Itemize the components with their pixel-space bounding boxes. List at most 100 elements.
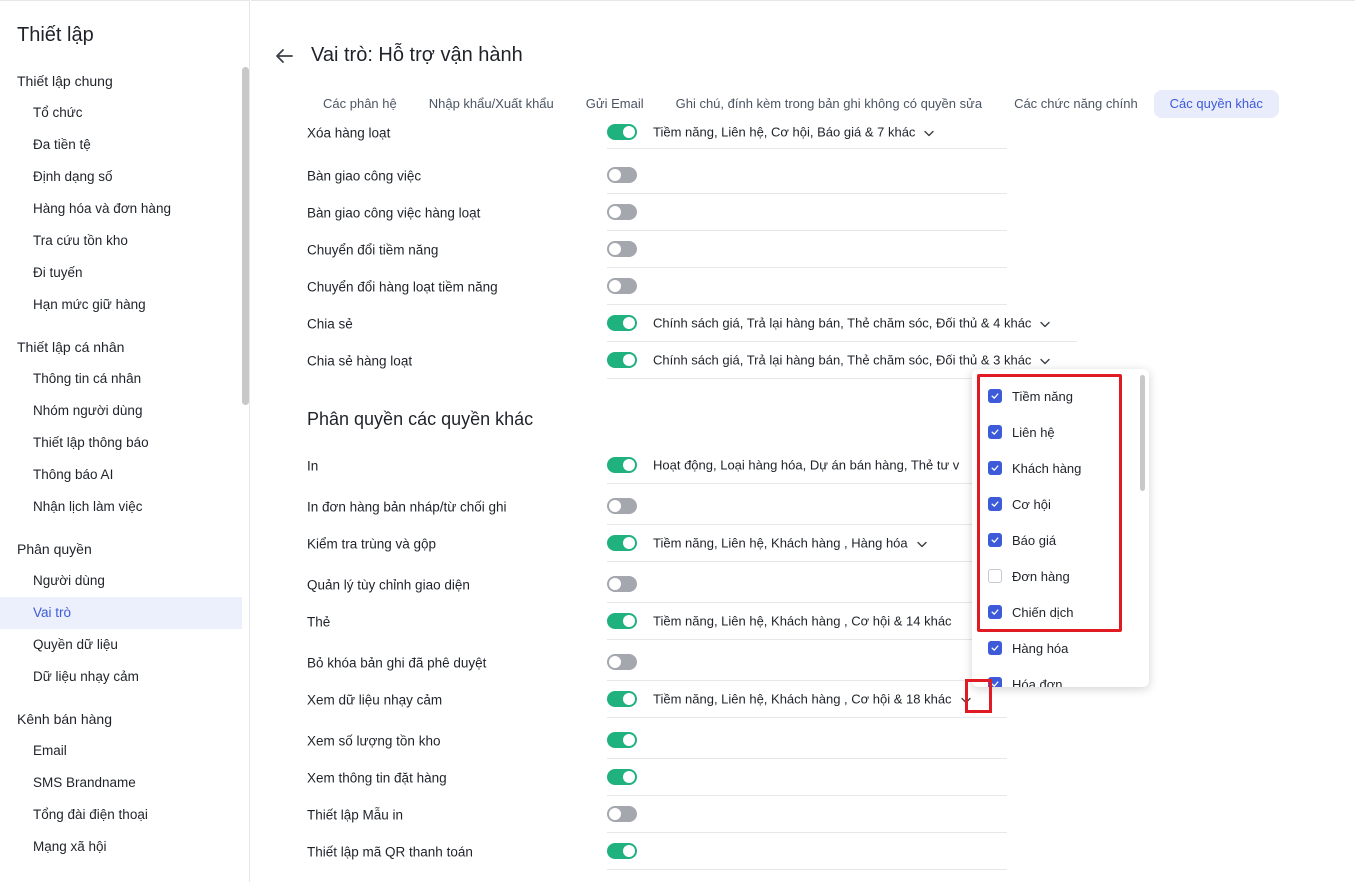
permission-label: Thiết lập Mẫu in — [307, 807, 404, 822]
permission-toggle[interactable] — [607, 613, 637, 629]
permission-toggle[interactable] — [607, 315, 637, 331]
chevron-down-icon[interactable] — [923, 127, 935, 139]
sidebar-item-tong-dai-dien-thoai[interactable]: Tổng đài điện thoại — [0, 799, 242, 831]
permission-row-xem-so-luong-ton-kho: Xem số lượng tồn kho — [307, 722, 1007, 759]
tab-ghi-chu-dinh-kem-trong-ban-ghi-khong-co-quyen-sua[interactable]: Ghi chú, đính kèm trong bản ghi không có… — [660, 90, 998, 118]
permission-toggle[interactable] — [607, 457, 637, 473]
checkbox-checked-icon[interactable] — [988, 389, 1002, 403]
dropdown-option-label: Chiến dịch — [1012, 604, 1074, 620]
permission-toggle[interactable] — [607, 352, 637, 368]
permission-toggle[interactable] — [607, 124, 637, 140]
checkbox-checked-icon[interactable] — [988, 677, 1002, 687]
tab-cac-phan-he[interactable]: Các phân hệ — [307, 90, 413, 118]
sidebar-item-du-lieu-nhay-cam[interactable]: Dữ liệu nhạy cảm — [0, 661, 242, 693]
permission-row-chuyen-doi-tiem-nang: Chuyển đổi tiềm năng — [307, 231, 1007, 268]
permission-toggle[interactable] — [607, 806, 637, 822]
tab-cac-quyen-khac[interactable]: Các quyền khác — [1153, 90, 1279, 118]
tab-gui-email[interactable]: Gửi Email — [570, 90, 660, 118]
sidebar-item-di-tuyen[interactable]: Đi tuyến — [0, 257, 242, 289]
sidebar-item-quyen-du-lieu[interactable]: Quyền dữ liệu — [0, 629, 242, 661]
dropdown-option-hoa-don[interactable]: Hóa đơn — [988, 674, 1062, 687]
permission-scope-value: Chính sách giá, Trả lại hàng bán, Thẻ ch… — [653, 315, 1032, 331]
permission-toggle[interactable] — [607, 769, 637, 785]
permission-scope-value: Chính sách giá, Trả lại hàng bán, Thẻ ch… — [653, 352, 1032, 368]
permission-toggle[interactable] — [607, 278, 637, 294]
permission-row-in-don-hang-ban-nhap-tu-choi-ghi: In đơn hàng bản nháp/từ chối ghi — [307, 488, 1007, 525]
sidebar-item-tra-cuu-ton-kho[interactable]: Tra cứu tồn kho — [0, 225, 242, 257]
dropdown-option-chien-dich[interactable]: Chiến dịch — [988, 602, 1073, 622]
permission-toggle[interactable] — [607, 498, 637, 514]
sidebar-item-han-muc-giu-hang[interactable]: Hạn mức giữ hàng — [0, 289, 242, 321]
permission-toggle[interactable] — [607, 843, 637, 859]
chevron-down-icon[interactable] — [960, 694, 972, 706]
tab-cac-chuc-nang-chinh[interactable]: Các chức năng chính — [998, 90, 1154, 118]
permission-toggle[interactable] — [607, 732, 637, 748]
dropdown-option-label: Hóa đơn — [1012, 676, 1063, 688]
tab-nhap-khau-xuat-khau[interactable]: Nhập khẩu/Xuất khẩu — [413, 90, 570, 118]
sidebar-item-thong-tin-ca-nhan[interactable]: Thông tin cá nhân — [0, 363, 242, 395]
permission-scope[interactable]: Tiềm năng, Liên hệ, Khách hàng , Cơ hội … — [653, 614, 952, 629]
permission-field — [607, 488, 1007, 525]
dropdown-option-co-hoi[interactable]: Cơ hội — [988, 494, 1051, 514]
page-title: Vai trò: Hỗ trợ vận hành — [311, 44, 523, 66]
checkbox-checked-icon[interactable] — [988, 533, 1002, 547]
dropdown-option-hang-hoa[interactable]: Hàng hóa — [988, 638, 1068, 658]
chevron-down-icon[interactable] — [916, 538, 928, 550]
checkbox-checked-icon[interactable] — [988, 461, 1002, 475]
sidebar-title: Thiết lập — [17, 24, 94, 46]
permission-toggle[interactable] — [607, 167, 637, 183]
sidebar-item-dinh-dang-so[interactable]: Định dạng số — [0, 161, 242, 193]
permission-scope[interactable]: Tiềm năng, Liên hệ, Cơ hội, Báo giá & 7 … — [653, 125, 935, 140]
dropdown-option-label: Liên hệ — [1012, 424, 1055, 440]
sidebar-scrollbar[interactable] — [242, 67, 249, 405]
dropdown-option-tiem-nang[interactable]: Tiềm năng — [988, 386, 1073, 406]
sidebar-item-nhan-lich-lam-viec[interactable]: Nhận lịch làm việc — [0, 491, 242, 523]
permission-scope[interactable]: Tiềm năng, Liên hệ, Khách hàng , Cơ hội … — [653, 692, 972, 707]
checkbox-unchecked-icon[interactable] — [988, 569, 1002, 583]
sidebar-group-kenh-ban-hang: Kênh bán hàng — [17, 711, 112, 727]
permission-field: Tiềm năng, Liên hệ, Khách hàng , Hàng hó… — [607, 525, 1007, 562]
permission-scope[interactable]: Tiềm năng, Liên hệ, Khách hàng , Hàng hó… — [653, 536, 928, 551]
checkbox-checked-icon[interactable] — [988, 605, 1002, 619]
permission-tabs: Các phân hệ Nhập khẩu/Xuất khẩu Gửi Email G… — [307, 90, 1279, 118]
chevron-down-icon[interactable] — [1039, 355, 1051, 367]
sidebar-item-thiet-lap-thong-bao[interactable]: Thiết lập thông báo — [0, 427, 242, 459]
permission-toggle[interactable] — [607, 576, 637, 592]
sidebar-item-nguoi-dung[interactable]: Người dùng — [0, 565, 242, 597]
permission-scope[interactable]: Chính sách giá, Trả lại hàng bán, Thẻ ch… — [653, 353, 1051, 368]
checkbox-checked-icon[interactable] — [988, 641, 1002, 655]
dropdown-option-label: Cơ hội — [1012, 496, 1051, 512]
sidebar-item-nhom-nguoi-dung[interactable]: Nhóm người dùng — [0, 395, 242, 427]
sidebar-item-to-chuc[interactable]: Tổ chức — [0, 97, 242, 129]
permission-toggle[interactable] — [607, 241, 637, 257]
sidebar-item-da-tien-te[interactable]: Đa tiền tệ — [0, 129, 242, 161]
permission-row-thiet-lap-mau-in: Thiết lập Mẫu in — [307, 796, 1007, 833]
dropdown-option-don-hang[interactable]: Đơn hàng — [988, 566, 1070, 586]
permission-label: In — [307, 458, 319, 473]
checkbox-checked-icon[interactable] — [988, 497, 1002, 511]
role-detail-panel: Vai trò: Hỗ trợ vận hành Các phân hệ Nhập… — [251, 0, 1355, 882]
back-arrow-icon[interactable] — [273, 45, 295, 67]
chevron-down-icon[interactable] — [1039, 318, 1051, 330]
dropdown-option-bao-gia[interactable]: Báo giá — [988, 530, 1056, 550]
permission-toggle[interactable] — [607, 691, 637, 707]
permission-field — [607, 644, 1007, 681]
permission-scope[interactable]: Chính sách giá, Trả lại hàng bán, Thẻ ch… — [653, 316, 1051, 331]
sidebar-item-sms-brandname[interactable]: SMS Brandname — [0, 767, 242, 799]
sidebar-item-hang-hoa-va-don-hang[interactable]: Hàng hóa và đơn hàng — [0, 193, 242, 225]
permission-scope[interactable]: Hoạt động, Loại hàng hóa, Dự án bán hàng… — [653, 458, 959, 473]
dropdown-scrollbar[interactable] — [1140, 375, 1145, 491]
sidebar-item-thong-bao-ai[interactable]: Thông báo AI — [0, 459, 242, 491]
permission-toggle[interactable] — [607, 654, 637, 670]
permission-toggle[interactable] — [607, 204, 637, 220]
checkbox-checked-icon[interactable] — [988, 425, 1002, 439]
permission-row-chia-se-hang-loat: Chia sẻ hàng loạt Chính sách giá, Trả lại… — [307, 342, 1077, 379]
permission-toggle[interactable] — [607, 535, 637, 551]
dropdown-option-lien-he[interactable]: Liên hệ — [988, 422, 1055, 442]
permission-scope-value: Hoạt động, Loại hàng hóa, Dự án bán hàng… — [653, 457, 960, 473]
sidebar-item-vai-tro[interactable]: Vai trò — [0, 597, 242, 629]
dropdown-option-khach-hang[interactable]: Khách hàng — [988, 458, 1081, 478]
sidebar-item-email[interactable]: Email — [0, 735, 242, 767]
permission-field — [607, 231, 1007, 268]
sidebar-item-mang-xa-hoi[interactable]: Mạng xã hội — [0, 831, 242, 863]
